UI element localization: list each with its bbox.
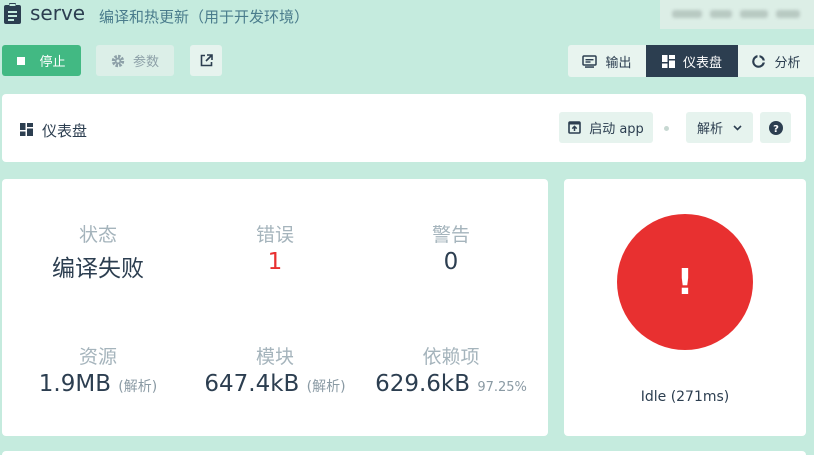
stat-assets-label: 资源 (78, 346, 117, 368)
tab-output[interactable]: 输出 (568, 45, 646, 77)
stat-assets-note: (解析) (118, 379, 158, 395)
build-status-card: ! Idle (271ms) (564, 179, 806, 436)
tab-dashboard-label: 仪表盘 (682, 55, 722, 71)
separator-dot (664, 126, 669, 131)
dashboard-panel-header: 仪表盘 启动 app 解析 ? (2, 94, 806, 162)
next-panel-edge (2, 451, 806, 455)
stat-modules-value: 647.4kB (204, 371, 300, 397)
stat-warnings-value: 0 (443, 249, 459, 275)
console-icon (582, 54, 598, 68)
redacted-area (660, 0, 814, 29)
stat-warnings-label: 警告 (431, 224, 470, 246)
task-description: 编译和热更新（用于开发环境） (99, 8, 310, 26)
help-glyph: ? (773, 123, 779, 134)
stat-errors-value: 1 (267, 249, 283, 275)
stat-errors: 错误 1 (190, 220, 360, 275)
open-in-new-icon (200, 54, 213, 67)
exclamation-icon: ! (676, 261, 694, 303)
stat-assets: 资源 1.9MB (解析) (13, 342, 183, 397)
stop-button[interactable]: 停止 (2, 45, 81, 76)
stat-dependencies-percent: 97.25% (477, 380, 527, 395)
stat-warnings: 警告 0 (366, 220, 536, 275)
stat-dependencies-value: 629.6kB (375, 371, 471, 397)
stat-dependencies: 依赖项 629.6kB 97.25% (366, 342, 536, 397)
panel-title: 仪表盘 (42, 122, 88, 140)
chevron-down-icon (733, 124, 742, 131)
start-app-label: 启动 app (589, 122, 644, 137)
help-button[interactable]: ? (760, 112, 791, 143)
stop-label: 停止 (39, 55, 66, 70)
stat-modules-label: 模块 (255, 346, 294, 368)
help-icon: ? (768, 120, 783, 135)
clipboard-icon (4, 3, 21, 24)
stat-status-value: 编译失败 (52, 256, 144, 282)
stat-assets-value: 1.9MB (38, 371, 111, 397)
gear-icon (111, 54, 125, 67)
idle-time-text: Idle (271ms) (640, 389, 730, 405)
parameters-label: 参数 (132, 55, 159, 70)
tab-output-label: 输出 (605, 55, 632, 71)
dashboard-icon (661, 54, 675, 68)
dashboard-icon (20, 123, 33, 136)
start-app-button[interactable]: 启动 app (559, 112, 653, 143)
open-external-button[interactable] (190, 45, 222, 76)
stat-status-label: 状态 (78, 224, 117, 246)
task-header: serve 编译和热更新（用于开发环境） (0, 0, 814, 34)
stat-status: 状态 编译失败 (13, 220, 183, 283)
stat-errors-label: 错误 (255, 224, 294, 246)
error-status-indicator: ! (617, 214, 753, 350)
parameters-button[interactable]: 参数 (96, 45, 174, 76)
build-stats-card: 状态 编译失败 错误 1 警告 0 资源 1.9MB (解析) 模块 647.4… (2, 179, 548, 436)
stat-modules-note: (解析) (306, 379, 346, 395)
task-title: serve (30, 1, 86, 25)
stat-modules: 模块 647.4kB (解析) (190, 342, 360, 397)
tab-analyze[interactable]: 分析 (738, 45, 814, 77)
tab-analyze-label: 分析 (774, 55, 801, 71)
donut-chart-icon (752, 54, 766, 68)
stat-dependencies-label: 依赖项 (422, 346, 480, 368)
tab-dashboard[interactable]: 仪表盘 (646, 45, 738, 77)
open-app-icon (568, 121, 581, 134)
mode-select[interactable]: 解析 (686, 112, 753, 143)
mode-select-value: 解析 (696, 122, 723, 137)
stop-icon (17, 56, 26, 65)
